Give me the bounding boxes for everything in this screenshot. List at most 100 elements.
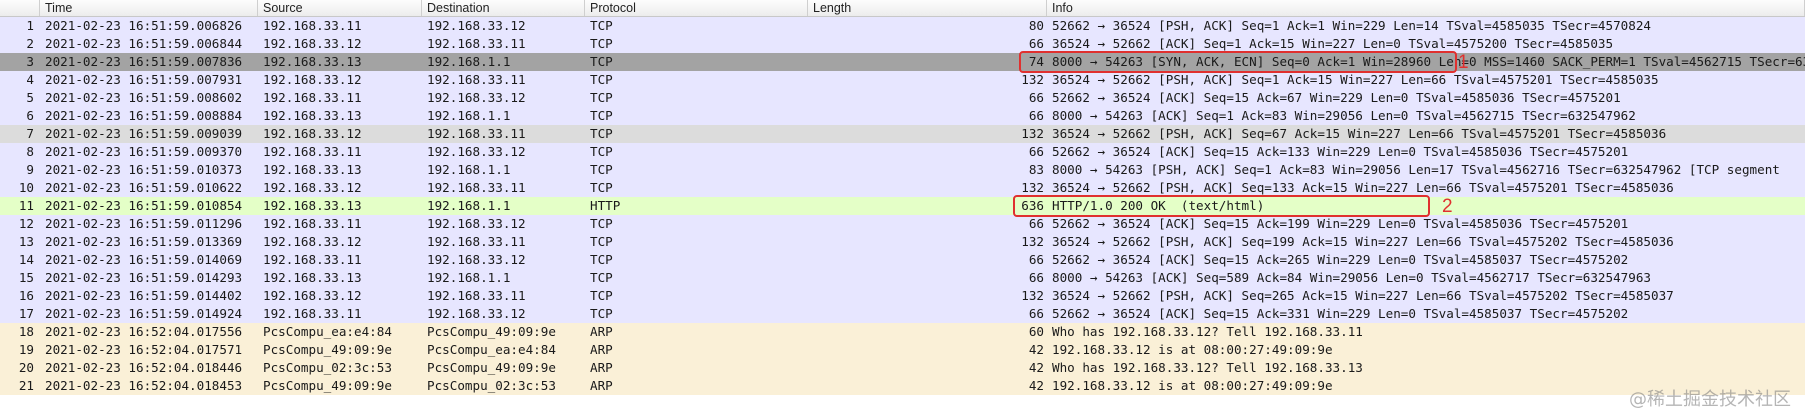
- packet-length: 66: [1028, 108, 1044, 123]
- packet-source: 192.168.33.12: [263, 72, 362, 87]
- packet-length: 66: [1028, 252, 1044, 267]
- packet-length: 80: [1028, 18, 1044, 33]
- packet-list-body: 1 2021-02-23 16:51:59.006826 192.168.33.11…: [0, 17, 1805, 395]
- packet-number: 5: [26, 90, 34, 105]
- packet-row[interactable]: 15 2021-02-23 16:51:59.014293 192.168.33.1…: [0, 269, 1805, 287]
- packet-protocol: TCP: [590, 18, 613, 33]
- packet-protocol: TCP: [590, 180, 613, 195]
- column-header-protocol[interactable]: Protocol: [585, 0, 808, 16]
- packet-number: 6: [26, 108, 34, 123]
- packet-row[interactable]: 3 2021-02-23 16:51:59.007836 192.168.33.13…: [0, 53, 1805, 71]
- packet-time: 2021-02-23 16:51:59.014069: [45, 252, 243, 267]
- packet-length: 132: [1021, 234, 1044, 249]
- packet-destination: 192.168.33.11: [427, 234, 526, 249]
- packet-protocol: TCP: [590, 270, 613, 285]
- packet-number: 14: [18, 252, 34, 267]
- packet-info: 36524 → 52662 [PSH, ACK] Seq=133 Ack=15 …: [1052, 180, 1674, 195]
- packet-source: 192.168.33.11: [263, 216, 362, 231]
- packet-number: 10: [18, 180, 34, 195]
- column-header-source[interactable]: Source: [258, 0, 422, 16]
- packet-row[interactable]: 20 2021-02-23 16:52:04.018446 PcsCompu_02:…: [0, 359, 1805, 377]
- column-header-info[interactable]: Info: [1047, 0, 1805, 16]
- packet-protocol: TCP: [590, 216, 613, 231]
- packet-length: 83: [1028, 162, 1044, 177]
- packet-row[interactable]: 21 2021-02-23 16:52:04.018453 PcsCompu_49:…: [0, 377, 1805, 395]
- packet-length: 42: [1028, 360, 1044, 375]
- packet-destination: 192.168.33.11: [427, 126, 526, 141]
- packet-time: 2021-02-23 16:51:59.014293: [45, 270, 243, 285]
- packet-row[interactable]: 19 2021-02-23 16:52:04.017571 PcsCompu_49:…: [0, 341, 1805, 359]
- packet-length: 74: [1028, 54, 1044, 69]
- packet-destination: 192.168.33.12: [427, 144, 526, 159]
- packet-row[interactable]: 13 2021-02-23 16:51:59.013369 192.168.33.1…: [0, 233, 1805, 251]
- packet-destination: 192.168.33.11: [427, 288, 526, 303]
- packet-source: 192.168.33.12: [263, 126, 362, 141]
- packet-row[interactable]: 11 2021-02-23 16:51:59.010854 192.168.33.1…: [0, 197, 1805, 215]
- packet-row[interactable]: 7 2021-02-23 16:51:59.009039 192.168.33.12…: [0, 125, 1805, 143]
- column-header-destination[interactable]: Destination: [422, 0, 585, 16]
- packet-row[interactable]: 5 2021-02-23 16:51:59.008602 192.168.33.11…: [0, 89, 1805, 107]
- packet-time: 2021-02-23 16:51:59.009039: [45, 126, 243, 141]
- packet-length: 66: [1028, 216, 1044, 231]
- packet-length: 636: [1021, 198, 1044, 213]
- packet-time: 2021-02-23 16:51:59.013369: [45, 234, 243, 249]
- packet-row[interactable]: 6 2021-02-23 16:51:59.008884 192.168.33.13…: [0, 107, 1805, 125]
- packet-number: 18: [18, 324, 34, 339]
- packet-time: 2021-02-23 16:51:59.009370: [45, 144, 243, 159]
- column-header-no[interactable]: [0, 0, 40, 16]
- packet-destination: 192.168.1.1: [427, 198, 511, 213]
- packet-info: 8000 → 54263 [PSH, ACK] Seq=1 Ack=83 Win…: [1052, 162, 1780, 177]
- packet-number: 11: [18, 198, 34, 213]
- packet-info: 8000 → 54263 [ACK] Seq=1 Ack=83 Win=2905…: [1052, 108, 1636, 123]
- packet-list: Time Source Destination Protocol Length …: [0, 0, 1805, 395]
- packet-protocol: ARP: [590, 342, 613, 357]
- packet-protocol: TCP: [590, 54, 613, 69]
- packet-number: 3: [26, 54, 34, 69]
- packet-row[interactable]: 1 2021-02-23 16:51:59.006826 192.168.33.11…: [0, 17, 1805, 35]
- packet-row[interactable]: 10 2021-02-23 16:51:59.010622 192.168.33.1…: [0, 179, 1805, 197]
- packet-source: 192.168.33.11: [263, 306, 362, 321]
- packet-row[interactable]: 8 2021-02-23 16:51:59.009370 192.168.33.11…: [0, 143, 1805, 161]
- packet-destination: 192.168.33.12: [427, 18, 526, 33]
- packet-time: 2021-02-23 16:51:59.008602: [45, 90, 243, 105]
- packet-time: 2021-02-23 16:52:04.018446: [45, 360, 243, 375]
- packet-row[interactable]: 4 2021-02-23 16:51:59.007931 192.168.33.12…: [0, 71, 1805, 89]
- packet-destination: 192.168.33.12: [427, 90, 526, 105]
- packet-protocol: TCP: [590, 162, 613, 177]
- packet-time: 2021-02-23 16:51:59.010854: [45, 198, 243, 213]
- packet-time: 2021-02-23 16:52:04.017571: [45, 342, 243, 357]
- packet-row[interactable]: 16 2021-02-23 16:51:59.014402 192.168.33.1…: [0, 287, 1805, 305]
- packet-time: 2021-02-23 16:52:04.018453: [45, 378, 243, 393]
- packet-destination: 192.168.33.11: [427, 36, 526, 51]
- packet-protocol: TCP: [590, 72, 613, 87]
- packet-time: 2021-02-23 16:51:59.006844: [45, 36, 243, 51]
- packet-info: Who has 192.168.33.12? Tell 192.168.33.1…: [1052, 360, 1363, 375]
- packet-row[interactable]: 2 2021-02-23 16:51:59.006844 192.168.33.12…: [0, 35, 1805, 53]
- column-header-length[interactable]: Length: [808, 0, 1047, 16]
- packet-number: 16: [18, 288, 34, 303]
- packet-row[interactable]: 17 2021-02-23 16:51:59.014924 192.168.33.1…: [0, 305, 1805, 323]
- packet-number: 4: [26, 72, 34, 87]
- packet-row[interactable]: 12 2021-02-23 16:51:59.011296 192.168.33.1…: [0, 215, 1805, 233]
- packet-number: 9: [26, 162, 34, 177]
- packet-source: 192.168.33.13: [263, 198, 362, 213]
- packet-row[interactable]: 14 2021-02-23 16:51:59.014069 192.168.33.1…: [0, 251, 1805, 269]
- packet-number: 15: [18, 270, 34, 285]
- column-header-time[interactable]: Time: [40, 0, 258, 16]
- packet-length: 66: [1028, 90, 1044, 105]
- packet-row[interactable]: 18 2021-02-23 16:52:04.017556 PcsCompu_ea:…: [0, 323, 1805, 341]
- packet-info: 36524 → 52662 [PSH, ACK] Seq=67 Ack=15 W…: [1052, 126, 1667, 141]
- packet-time: 2021-02-23 16:51:59.010373: [45, 162, 243, 177]
- packet-source: 192.168.33.11: [263, 144, 362, 159]
- packet-info: 192.168.33.12 is at 08:00:27:49:09:9e: [1052, 342, 1333, 357]
- packet-number: 19: [18, 342, 34, 357]
- packet-time: 2021-02-23 16:51:59.006826: [45, 18, 243, 33]
- packet-protocol: TCP: [590, 90, 613, 105]
- packet-source: PcsCompu_49:09:9e: [263, 342, 392, 357]
- packet-length: 66: [1028, 36, 1044, 51]
- packet-time: 2021-02-23 16:51:59.007931: [45, 72, 243, 87]
- packet-destination: 192.168.1.1: [427, 54, 511, 69]
- packet-row[interactable]: 9 2021-02-23 16:51:59.010373 192.168.33.13…: [0, 161, 1805, 179]
- packet-protocol: ARP: [590, 324, 613, 339]
- packet-length: 66: [1028, 144, 1044, 159]
